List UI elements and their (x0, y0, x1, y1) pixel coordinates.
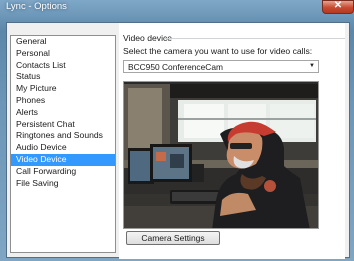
options-client-area: General Personal Contacts List Status My… (6, 22, 350, 259)
nav-item-video-device[interactable]: Video Device (11, 153, 115, 166)
close-button[interactable]: ✕ (322, 0, 354, 14)
section-divider (165, 38, 345, 39)
nav-item-contacts-list[interactable]: Contacts List (11, 60, 115, 72)
nav-item-audio-device[interactable]: Audio Device (11, 142, 115, 154)
nav-item-personal[interactable]: Personal (11, 48, 115, 60)
nav-item-status[interactable]: Status (11, 71, 115, 83)
options-category-list: General Personal Contacts List Status My… (10, 35, 116, 253)
nav-item-general[interactable]: General (11, 36, 115, 48)
nav-item-persistent-chat[interactable]: Persistent Chat (11, 119, 115, 131)
camera-select[interactable]: BCC950 ConferenceCam ▼ (123, 60, 319, 73)
nav-item-my-picture[interactable]: My Picture (11, 83, 115, 95)
camera-select-value: BCC950 ConferenceCam (128, 62, 223, 72)
chevron-down-icon[interactable]: ▼ (306, 61, 318, 72)
close-icon: ✕ (333, 0, 343, 11)
camera-settings-button[interactable]: Camera Settings (126, 231, 220, 245)
camera-preview-image (124, 82, 318, 228)
nav-item-file-saving[interactable]: File Saving (11, 178, 115, 190)
nav-item-call-forwarding[interactable]: Call Forwarding (11, 166, 115, 178)
title-bar[interactable]: Lync - Options ✕ (0, 0, 354, 14)
nav-item-ringtones-and-sounds[interactable]: Ringtones and Sounds (11, 130, 115, 142)
camera-prompt: Select the camera you want to use for vi… (123, 46, 313, 56)
video-preview (123, 81, 319, 229)
window-title: Lync - Options (6, 1, 67, 12)
nav-item-phones[interactable]: Phones (11, 95, 115, 107)
nav-item-alerts[interactable]: Alerts (11, 107, 115, 119)
options-window: Lync - Options ✕ General Personal Contac… (0, 0, 354, 261)
video-device-panel: Video device Select the camera you want … (119, 23, 345, 259)
